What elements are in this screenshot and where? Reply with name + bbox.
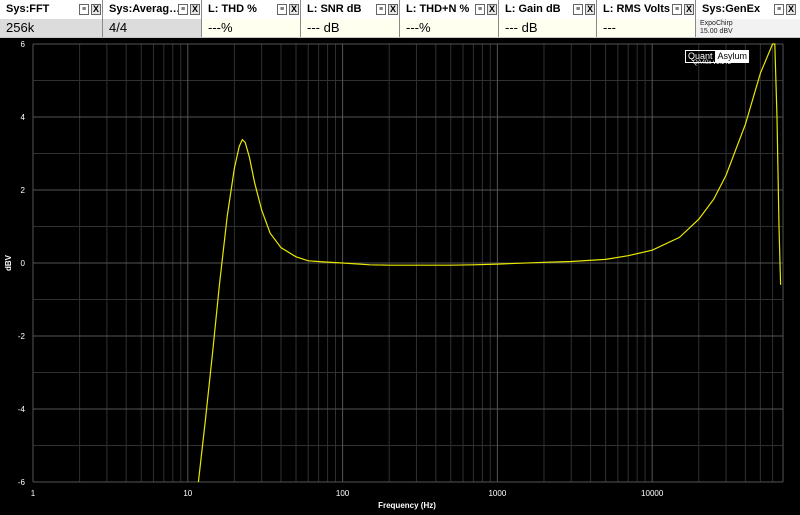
meter-title: L: SNR dB: [307, 3, 362, 15]
software-version: QA40x v1.142: [693, 60, 732, 66]
meter-title: Sys:GenEx: [702, 3, 761, 15]
meter-title: L: THD+N %: [406, 3, 470, 15]
meter-value: ---: [603, 20, 616, 35]
meter-title: L: RMS Volts: [603, 3, 671, 15]
meter-averages[interactable]: Sys:Averag… ≡ X 4/4: [103, 0, 202, 37]
close-icon[interactable]: X: [388, 4, 398, 15]
y-tick-label: 6: [21, 40, 26, 49]
y-tick-label: -2: [18, 332, 26, 341]
meter-generator[interactable]: Sys:GenEx ≡ X ExpoChirp 15.00 dBV: [696, 0, 800, 37]
menu-icon[interactable]: ≡: [774, 4, 784, 15]
y-tick-label: -6: [18, 478, 26, 487]
meter-value: 256k: [6, 20, 35, 35]
close-icon[interactable]: X: [91, 4, 101, 15]
x-tick-labels: 1 10 100 1000 10000: [31, 489, 664, 498]
x-tick-label: 1: [31, 489, 36, 498]
y-tick-label: 0: [21, 259, 26, 268]
x-tick-label: 100: [336, 489, 350, 498]
y-tick-label: 2: [21, 186, 26, 195]
generator-level: 15.00 dBV: [700, 28, 733, 35]
meter-gain[interactable]: L: Gain dB ≡ X --- dB: [499, 0, 597, 37]
menu-icon[interactable]: ≡: [475, 4, 485, 15]
frequency-plot[interactable]: 6 4 2 0 -2 -4 -6 1 10 100 1000 10000 Frequency (Hz…: [0, 38, 800, 515]
meter-value: 4/4: [109, 20, 128, 35]
meter-value: ---%: [406, 20, 431, 35]
close-icon[interactable]: X: [786, 4, 796, 15]
x-tick-label: 10000: [641, 489, 664, 498]
meter-rms-volts[interactable]: L: RMS Volts ≡ X ---: [597, 0, 696, 37]
menu-icon[interactable]: ≡: [672, 4, 682, 15]
close-icon[interactable]: X: [684, 4, 694, 15]
y-axis-label: dBV: [4, 254, 13, 271]
y-tick-label: 4: [21, 113, 26, 122]
menu-icon[interactable]: ≡: [79, 4, 89, 15]
menu-icon[interactable]: ≡: [277, 4, 287, 15]
close-icon[interactable]: X: [585, 4, 595, 15]
x-tick-label: 1000: [488, 489, 506, 498]
meter-title: Sys:Averag…: [109, 3, 181, 15]
meter-fft[interactable]: Sys:FFT ≡ X 256k: [0, 0, 103, 37]
close-icon[interactable]: X: [487, 4, 497, 15]
meter-bar: Sys:FFT ≡ X 256k Sys:Averag… ≡ X 4/4 L: …: [0, 0, 800, 38]
x-axis-label: Frequency (Hz): [378, 501, 436, 510]
meter-snr[interactable]: L: SNR dB ≡ X --- dB: [301, 0, 400, 37]
meter-thdn[interactable]: L: THD+N % ≡ X ---%: [400, 0, 499, 37]
meter-value: --- dB: [307, 20, 340, 35]
menu-icon[interactable]: ≡: [178, 4, 188, 15]
close-icon[interactable]: X: [289, 4, 299, 15]
y-tick-label: -4: [18, 405, 26, 414]
menu-icon[interactable]: ≡: [573, 4, 583, 15]
menu-icon[interactable]: ≡: [376, 4, 386, 15]
meter-title: L: THD %: [208, 3, 257, 15]
meter-thd[interactable]: L: THD % ≡ X ---%: [202, 0, 301, 37]
generator-mode: ExpoChirp: [700, 20, 733, 27]
y-tick-labels: 6 4 2 0 -2 -4 -6: [18, 40, 26, 487]
x-tick-label: 10: [183, 489, 192, 498]
meter-title: L: Gain dB: [505, 3, 561, 15]
meter-value: --- dB: [505, 20, 538, 35]
major-grid: [32, 43, 784, 483]
close-icon[interactable]: X: [190, 4, 200, 15]
meter-value: ---%: [208, 20, 233, 35]
meter-title: Sys:FFT: [6, 3, 50, 15]
